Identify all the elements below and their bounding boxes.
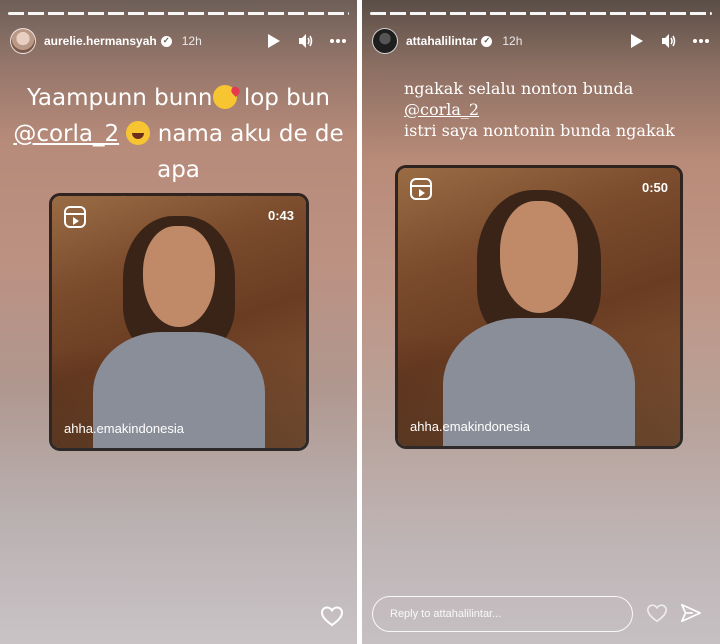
story-controls	[265, 32, 347, 50]
story-caption: ngakak selalu nonton bunda @corla_2 istr…	[404, 78, 704, 141]
username[interactable]: aurelie.hermansyah	[44, 34, 157, 48]
laughing-emoji-icon	[126, 121, 151, 145]
avatar[interactable]	[10, 28, 36, 54]
reply-input[interactable]: Reply to attahalilintar...	[372, 596, 633, 632]
play-icon[interactable]	[265, 32, 283, 50]
mention-link[interactable]: @corla_2	[13, 121, 119, 147]
caption-line-1: ngakak selalu nonton bunda	[404, 79, 634, 98]
caption-line-2: @corla_2 nama aku de de apa	[10, 116, 347, 188]
reel-duration: 0:50	[641, 180, 668, 195]
verified-icon: ✓	[481, 35, 493, 47]
reel-duration: 0:43	[267, 208, 294, 223]
caption-text: lop bun	[243, 85, 330, 111]
story-header: attahalilintar ✓ 12h	[372, 28, 710, 54]
caption-text: nama aku de de apa	[157, 121, 344, 183]
caption-line-3: istri saya nontonin bunda ngakak	[404, 121, 675, 140]
reel-thumbnail	[52, 196, 306, 448]
verified-icon: ✓	[160, 35, 172, 47]
story-progress-bar	[370, 12, 712, 15]
more-icon[interactable]	[692, 32, 710, 50]
kiss-emoji-icon	[212, 85, 237, 109]
heart-icon[interactable]	[646, 602, 668, 624]
avatar[interactable]	[372, 28, 398, 54]
reel-icon	[64, 206, 86, 228]
reel-account[interactable]: ahha.emakindonesia	[410, 419, 530, 434]
mention-link[interactable]: @corla_2	[404, 99, 704, 120]
send-icon[interactable]	[680, 602, 702, 624]
story-progress-bar	[8, 12, 349, 15]
more-icon[interactable]	[329, 32, 347, 50]
volume-icon[interactable]	[297, 32, 315, 50]
username[interactable]: attahalilintar	[406, 34, 477, 48]
play-icon[interactable]	[628, 32, 646, 50]
volume-icon[interactable]	[660, 32, 678, 50]
caption-line-1: Yaampunn bunn lop bun	[10, 80, 347, 116]
heart-icon[interactable]	[320, 604, 344, 628]
timestamp: 12h	[181, 34, 202, 48]
caption-text: Yaampunn bunn	[27, 85, 213, 111]
reel-thumbnail	[398, 168, 680, 446]
reel-card[interactable]: 0:50 ahha.emakindonesia	[398, 168, 680, 446]
story-controls	[628, 32, 710, 50]
reel-card[interactable]: 0:43 ahha.emakindonesia	[52, 196, 306, 448]
story-left: aurelie.hermansyah ✓ 12h Yaampunn bunn l…	[0, 0, 357, 644]
story-header: aurelie.hermansyah ✓ 12h	[10, 28, 347, 54]
reel-icon	[410, 178, 432, 200]
reel-account[interactable]: ahha.emakindonesia	[64, 421, 184, 436]
timestamp: 12h	[502, 34, 523, 48]
